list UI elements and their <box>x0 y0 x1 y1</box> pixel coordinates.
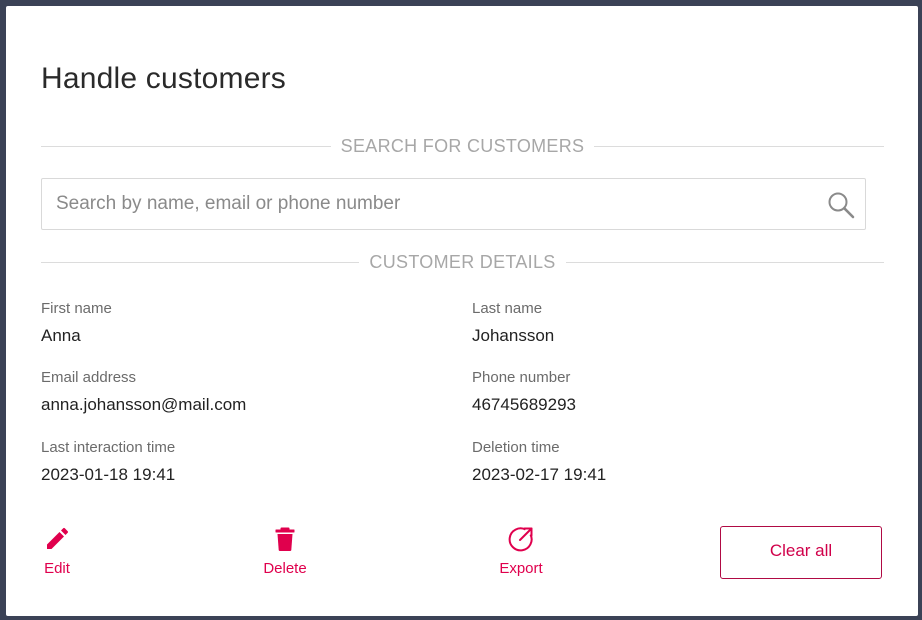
search-input[interactable] <box>42 179 812 229</box>
last-name-field: Last name Johansson <box>472 300 554 346</box>
search-icon[interactable] <box>827 191 855 219</box>
search-box <box>41 178 866 230</box>
last-name-value: Johansson <box>472 326 555 345</box>
edit-button[interactable]: Edit <box>40 526 74 577</box>
last-name-label: Last name <box>472 300 543 317</box>
delete-label: Delete <box>263 560 307 577</box>
divider-line <box>565 261 885 263</box>
delete-button[interactable]: Delete <box>258 526 312 577</box>
export-label: Export <box>499 560 543 577</box>
last-interaction-label: Last interaction time <box>41 439 176 456</box>
page-title: Handle customers <box>41 62 286 95</box>
clear-all-button[interactable]: Clear all <box>720 526 882 579</box>
deletion-label: Deletion time <box>472 439 560 456</box>
first-name-field: First name Anna <box>41 300 112 346</box>
email-field: Email address anna.johansson@mail.com <box>41 369 246 415</box>
email-value: anna.johansson@mail.com <box>41 395 247 414</box>
pencil-icon <box>47 527 69 549</box>
first-name-label: First name <box>41 300 112 317</box>
divider-line <box>41 261 360 263</box>
divider-line <box>594 145 885 147</box>
trash-icon <box>275 527 295 551</box>
last-interaction-value: 2023-01-18 19:41 <box>41 465 176 484</box>
phone-field: Phone number 46745689293 <box>472 369 576 415</box>
export-icon <box>508 527 533 552</box>
customer-dialog: Handle customers SEARCH FOR CUSTOMERS CU… <box>6 6 918 616</box>
details-section-heading: CUSTOMER DETAILS <box>369 251 556 272</box>
details-section-divider: CUSTOMER DETAILS <box>41 251 885 272</box>
first-name-value: Anna <box>41 326 81 345</box>
deletion-value: 2023-02-17 19:41 <box>472 465 607 484</box>
phone-value: 46745689293 <box>472 395 577 414</box>
last-interaction-field: Last interaction time 2023-01-18 19:41 <box>41 439 175 485</box>
search-section-heading: SEARCH FOR CUSTOMERS <box>340 135 585 156</box>
export-button[interactable]: Export <box>494 526 548 577</box>
edit-label: Edit <box>44 560 70 577</box>
deletion-field: Deletion time 2023-02-17 19:41 <box>472 439 606 485</box>
divider-line <box>41 145 331 147</box>
search-section-divider: SEARCH FOR CUSTOMERS <box>41 135 885 156</box>
phone-label: Phone number <box>472 369 571 386</box>
email-label: Email address <box>41 369 137 386</box>
